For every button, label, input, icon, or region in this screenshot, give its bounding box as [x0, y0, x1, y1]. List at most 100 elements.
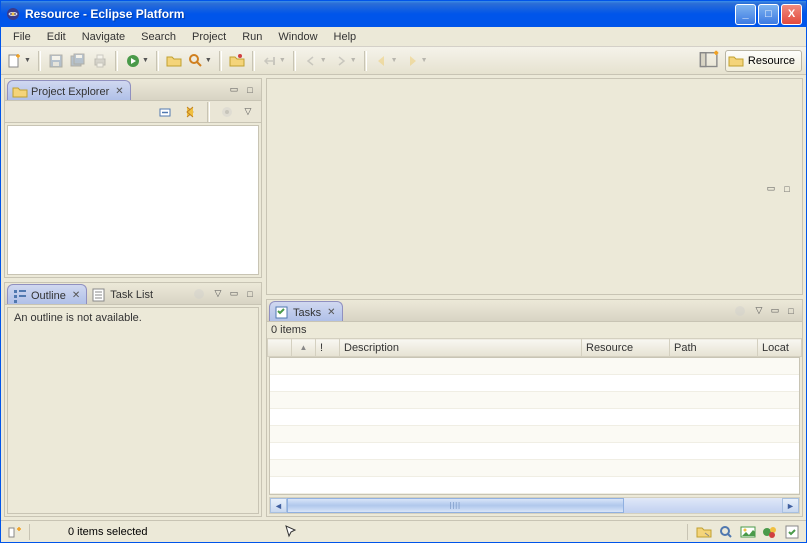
menu-search[interactable]: Search: [133, 29, 184, 45]
separator: [364, 51, 367, 71]
close-button[interactable]: X: [781, 4, 802, 25]
tab-project-explorer[interactable]: Project Explorer ✕: [7, 80, 131, 100]
collapse-all-button[interactable]: [156, 101, 176, 123]
tab-task-list[interactable]: Task List: [87, 284, 159, 304]
workbench: Project Explorer ✕ ▭ □ ▽: [1, 75, 806, 520]
menu-help[interactable]: Help: [326, 29, 365, 45]
nav-back-history-button[interactable]: ▼: [301, 50, 329, 72]
link-editor-button[interactable]: [180, 101, 200, 123]
focus-task-button[interactable]: [730, 300, 750, 322]
minimize-view-button[interactable]: ▭: [227, 83, 241, 97]
column-complete[interactable]: [268, 339, 292, 357]
run-button[interactable]: ▼: [123, 50, 151, 72]
maximize-button[interactable]: □: [758, 4, 779, 25]
column-sort[interactable]: ▲: [292, 339, 316, 357]
menu-project[interactable]: Project: [184, 29, 234, 45]
perspective-label: Resource: [748, 55, 795, 67]
maximize-view-button[interactable]: □: [780, 182, 794, 196]
outline-content: An outline is not available.: [7, 307, 259, 514]
project-explorer-view: Project Explorer ✕ ▭ □ ▽: [4, 78, 262, 278]
tasks-item-count: 0 items: [267, 322, 802, 338]
scroll-left-button[interactable]: ◄: [270, 498, 287, 513]
save-button[interactable]: [46, 50, 66, 72]
focus-task-button[interactable]: [189, 283, 209, 305]
cursor-icon: [283, 524, 299, 540]
column-path[interactable]: Path: [670, 339, 758, 357]
perspective-resource[interactable]: Resource: [725, 50, 802, 72]
separator: [156, 51, 159, 71]
tab-outline[interactable]: Outline ✕: [7, 284, 87, 304]
print-button[interactable]: [90, 50, 110, 72]
save-all-button[interactable]: [68, 50, 88, 72]
scroll-thumb[interactable]: ||||: [287, 498, 624, 513]
maximize-view-button[interactable]: □: [784, 304, 798, 318]
tab-close-icon[interactable]: ✕: [327, 307, 335, 318]
menu-edit[interactable]: Edit: [39, 29, 74, 45]
separator: [687, 524, 690, 540]
outline-view: Outline ✕ Task List ▽ ▭ □ An outline is …: [4, 282, 262, 517]
column-location[interactable]: Locat: [758, 339, 802, 357]
column-resource[interactable]: Resource: [582, 339, 670, 357]
menu-navigate[interactable]: Navigate: [74, 29, 133, 45]
separator: [29, 524, 32, 540]
eclipse-icon: [5, 6, 21, 22]
new-button[interactable]: ▼: [5, 50, 33, 72]
separator: [293, 51, 296, 71]
menu-bar: File Edit Navigate Search Project Run Wi…: [1, 27, 806, 47]
focus-task-button[interactable]: [217, 101, 237, 123]
view-menu-button[interactable]: ▽: [752, 304, 766, 318]
open-task-button[interactable]: [227, 50, 247, 72]
minimize-button[interactable]: _: [735, 4, 756, 25]
separator: [252, 51, 255, 71]
minimize-view-button[interactable]: ▭: [764, 182, 778, 196]
resource-perspective-icon: [728, 53, 744, 69]
editor-area[interactable]: ▭ □: [266, 78, 803, 295]
tasks-view: Tasks ✕ ▽ ▭ □ 0 items ▲ ! Description: [266, 299, 803, 517]
tab-label: Tasks: [293, 307, 321, 319]
status-bar: 0 items selected: [1, 520, 806, 542]
title-bar: Resource - Eclipse Platform _ □ X: [1, 1, 806, 27]
tasks-grid[interactable]: [269, 357, 800, 495]
column-priority[interactable]: !: [316, 339, 340, 357]
tab-tasks[interactable]: Tasks ✕: [269, 301, 343, 321]
maximize-view-button[interactable]: □: [243, 287, 257, 301]
horizontal-scrollbar[interactable]: ◄ |||| ►: [269, 497, 800, 514]
tasks-icon: [274, 305, 290, 321]
scroll-track[interactable]: ||||: [287, 498, 782, 513]
menu-window[interactable]: Window: [270, 29, 325, 45]
scroll-right-button[interactable]: ►: [782, 498, 799, 513]
view-tab-row: Outline ✕ Task List ▽ ▭ □: [5, 283, 261, 305]
separator: [115, 51, 118, 71]
trim-image-icon[interactable]: [740, 524, 756, 540]
maximize-view-button[interactable]: □: [243, 83, 257, 97]
status-selection: 0 items selected: [68, 526, 147, 538]
minimize-view-button[interactable]: ▭: [768, 304, 782, 318]
trim-tips-icon[interactable]: [762, 524, 778, 540]
menu-run[interactable]: Run: [234, 29, 270, 45]
search-button[interactable]: ▼: [186, 50, 214, 72]
forward-button[interactable]: ▼: [402, 50, 430, 72]
back-button[interactable]: ▼: [372, 50, 400, 72]
tasks-table-header: ▲ ! Description Resource Path Locat: [267, 338, 802, 357]
sort-ascending-icon: ▲: [296, 343, 311, 352]
open-perspective-button[interactable]: [699, 50, 721, 72]
window-title: Resource - Eclipse Platform: [25, 7, 733, 21]
view-menu-button[interactable]: ▽: [241, 105, 255, 119]
nav-last-edit-button[interactable]: ▼: [260, 50, 288, 72]
trim-folder-icon[interactable]: [696, 524, 712, 540]
tab-close-icon[interactable]: ✕: [72, 290, 80, 301]
open-type-button[interactable]: [164, 50, 184, 72]
tab-label: Task List: [110, 289, 153, 301]
menu-file[interactable]: File: [5, 29, 39, 45]
project-explorer-toolbar: ▽: [5, 101, 261, 123]
project-explorer-tree[interactable]: [7, 125, 259, 275]
minimize-view-button[interactable]: ▭: [227, 287, 241, 301]
trim-sync-icon[interactable]: [784, 524, 800, 540]
view-menu-button[interactable]: ▽: [211, 287, 225, 301]
nav-forward-history-button[interactable]: ▼: [331, 50, 359, 72]
trim-search-icon[interactable]: [718, 524, 734, 540]
column-description[interactable]: Description: [340, 339, 582, 357]
main-toolbar: ▼ ▼ ▼ ▼ ▼ ▼ ▼ ▼ Resource: [1, 47, 806, 75]
fast-view-icon[interactable]: [7, 524, 23, 540]
tab-close-icon[interactable]: ✕: [115, 86, 123, 97]
